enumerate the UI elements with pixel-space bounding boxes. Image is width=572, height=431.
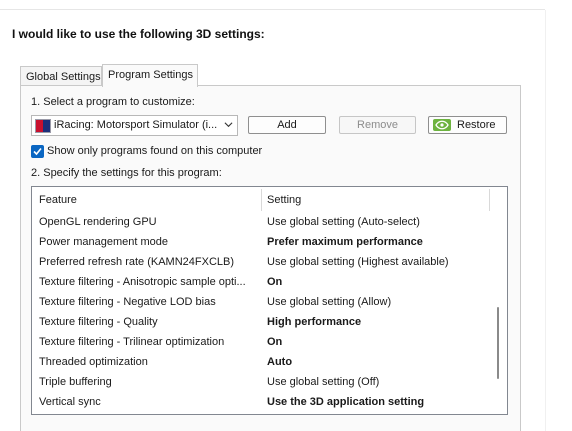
setting-cell: On: [267, 276, 283, 288]
remove-button[interactable]: Remove: [339, 116, 416, 134]
nvidia-logo-icon: [433, 119, 451, 131]
setting-cell: Use the 3D application setting: [267, 396, 425, 408]
step1-label: 1. Select a program to customize:: [31, 96, 195, 108]
table-row[interactable]: OpenGL rendering GPU Use global setting …: [32, 212, 492, 232]
settings-list-scrollbar-thumb[interactable]: [497, 307, 499, 379]
table-row[interactable]: Texture filtering - Quality High perform…: [32, 312, 492, 332]
setting-cell: Use global setting (Highest available): [267, 256, 449, 268]
show-only-found-checkbox[interactable]: [31, 145, 44, 158]
feature-cell: OpenGL rendering GPU: [39, 216, 157, 228]
setting-cell: Prefer maximum performance: [267, 236, 423, 248]
section-heading: I would like to use the following 3D set…: [12, 27, 265, 41]
add-button[interactable]: Add: [248, 116, 326, 134]
table-row[interactable]: Triple buffering Use global setting (Off…: [32, 372, 492, 392]
feature-cell: Preferred refresh rate (KAMN24FXCLB): [39, 256, 235, 268]
setting-cell: High performance: [267, 316, 362, 328]
setting-cell: Use global setting (Off): [267, 376, 380, 388]
tab-program-settings[interactable]: Program Settings: [102, 64, 198, 87]
step2-label: 2. Specify the settings for this program…: [31, 167, 222, 179]
column-header-setting[interactable]: Setting: [267, 194, 301, 206]
program-select-value: iRacing: Motorsport Simulator (i...: [54, 119, 218, 131]
table-row[interactable]: Texture filtering - Anisotropic sample o…: [32, 272, 492, 292]
feature-cell: Texture filtering - Quality: [39, 316, 158, 328]
column-header-feature[interactable]: Feature: [39, 194, 77, 206]
iracing-app-icon: [35, 119, 51, 133]
table-row[interactable]: Power management mode Prefer maximum per…: [32, 232, 492, 252]
settings-list[interactable]: Feature Setting OpenGL rendering GPU Use…: [31, 186, 508, 415]
tab-global-settings[interactable]: Global Settings: [20, 66, 102, 86]
setting-cell: Use global setting (Auto-select): [267, 216, 420, 228]
table-row[interactable]: Texture filtering - Trilinear optimizati…: [32, 332, 492, 352]
feature-cell: Texture filtering - Negative LOD bias: [39, 296, 216, 308]
table-row[interactable]: Texture filtering - Negative LOD bias Us…: [32, 292, 492, 312]
feature-cell: Triple buffering: [39, 376, 112, 388]
checkmark-icon: [33, 147, 42, 156]
top-divider: [0, 9, 545, 10]
settings-list-scrollbar-track[interactable]: [491, 211, 507, 414]
setting-cell: Auto: [267, 356, 293, 368]
feature-cell: Texture filtering - Anisotropic sample o…: [39, 276, 246, 288]
feature-cell: Vertical sync: [39, 396, 101, 408]
restore-button-label: Restore: [457, 119, 496, 131]
setting-cell: On: [267, 336, 283, 348]
restore-button[interactable]: Restore: [428, 116, 507, 134]
settings-list-header: Feature Setting: [32, 187, 507, 211]
show-only-found-label: Show only programs found on this compute…: [47, 145, 263, 157]
table-row[interactable]: Vertical sync Use the 3D application set…: [32, 392, 492, 412]
right-divider: [545, 10, 546, 431]
program-select[interactable]: iRacing: Motorsport Simulator (i...: [31, 115, 238, 136]
table-row[interactable]: Threaded optimization Auto: [32, 352, 492, 372]
feature-cell: Threaded optimization: [39, 356, 148, 368]
feature-cell: Texture filtering - Trilinear optimizati…: [39, 336, 225, 348]
chevron-down-icon: [224, 122, 233, 128]
setting-cell: Use global setting (Allow): [267, 296, 392, 308]
table-row[interactable]: Preferred refresh rate (KAMN24FXCLB) Use…: [32, 252, 492, 272]
feature-cell: Power management mode: [39, 236, 169, 248]
